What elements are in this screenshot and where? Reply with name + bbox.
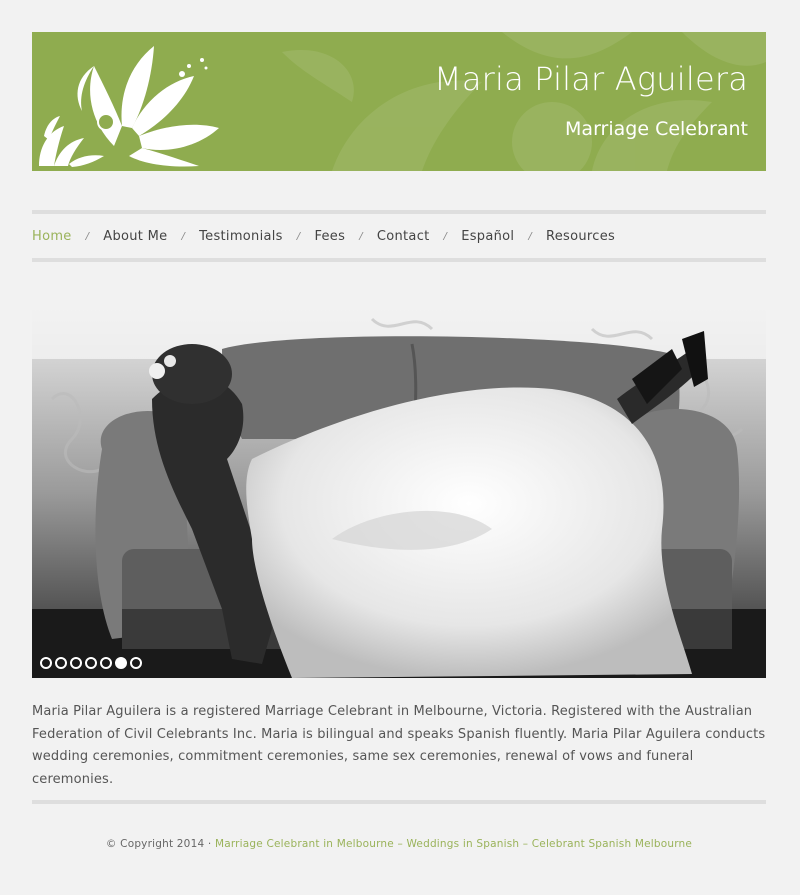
footer: © Copyright 2014 · Marriage Celebrant in… xyxy=(32,838,766,850)
header-banner: Maria Pilar Aguilera Marriage Celebrant xyxy=(32,32,766,171)
nav-separator: / xyxy=(528,230,533,242)
nav-separator: / xyxy=(181,230,186,242)
nav-separator: / xyxy=(296,230,301,242)
nav-about-me[interactable]: About Me xyxy=(103,229,167,244)
bride-on-sofa-photo xyxy=(32,309,766,678)
slider-dot[interactable] xyxy=(40,657,52,669)
slider-dot[interactable] xyxy=(55,657,67,669)
lotus-flower-icon xyxy=(39,46,219,167)
slider-dot[interactable] xyxy=(70,657,82,669)
nav-resources[interactable]: Resources xyxy=(546,229,615,244)
slider-dot-active[interactable] xyxy=(115,657,127,669)
copyright-text: © Copyright 2014 · xyxy=(105,838,215,850)
site-title[interactable]: Maria Pilar Aguilera xyxy=(434,60,748,98)
main-nav: Home / About Me / Testimonials / Fees / … xyxy=(32,214,766,258)
slider-dot[interactable] xyxy=(130,657,142,669)
nav-separator: / xyxy=(359,230,363,242)
slider-dot[interactable] xyxy=(100,657,112,669)
nav-separator: / xyxy=(85,230,90,242)
nav-testimonials[interactable]: Testimonials xyxy=(199,229,283,244)
nav-fees[interactable]: Fees xyxy=(314,229,345,244)
footer-link[interactable]: Marriage Celebrant in Melbourne – Weddin… xyxy=(215,838,692,850)
nav-separator: / xyxy=(443,230,448,242)
photo-slider[interactable] xyxy=(32,309,766,678)
nav-home[interactable]: Home xyxy=(32,229,72,244)
slider-pagination xyxy=(40,657,142,669)
nav-espanol[interactable]: Español xyxy=(461,229,514,244)
footer-divider xyxy=(32,800,766,804)
intro-paragraph: Maria Pilar Aguilera is a registered Mar… xyxy=(32,704,766,787)
nav-bottom-divider xyxy=(32,258,766,262)
slider-dot[interactable] xyxy=(85,657,97,669)
nav-contact[interactable]: Contact xyxy=(377,229,430,244)
site-subtitle: Marriage Celebrant xyxy=(565,118,748,140)
